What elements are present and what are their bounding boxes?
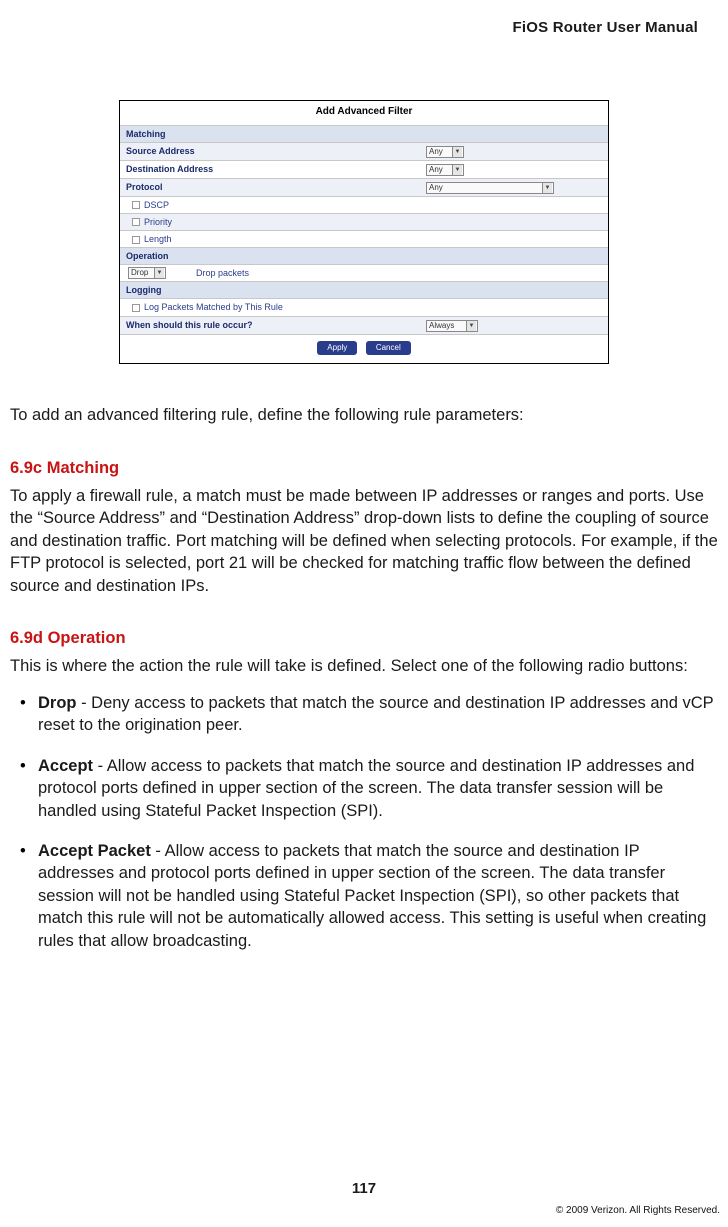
header-title: FiOS Router User Manual	[513, 18, 698, 38]
figure-footer: Apply Cancel	[120, 334, 608, 364]
label-logging: Logging	[126, 284, 426, 296]
label-drop-packets: Drop packets	[196, 267, 249, 279]
row-logging-value: Log Packets Matched by This Rule	[120, 298, 608, 315]
list-item: Drop - Deny access to packets that match…	[18, 692, 720, 737]
label-source-address: Source Address	[126, 145, 426, 157]
dropdown-label: Any	[429, 183, 443, 192]
row-dscp: DSCP	[120, 196, 608, 213]
intro-text: To add an advanced filtering rule, defin…	[10, 404, 718, 426]
figure-title: Add Advanced Filter	[120, 101, 608, 125]
dropdown-when-occur[interactable]: Always ▼	[426, 320, 478, 332]
label-destination-address: Destination Address	[126, 163, 426, 175]
label-length: Length	[144, 234, 172, 244]
dropdown-label: Any	[429, 147, 443, 156]
checkbox-priority[interactable]	[132, 218, 140, 226]
operation-list: Drop - Deny access to packets that match…	[18, 692, 720, 952]
figure-wrap: Add Advanced Filter Matching Source Addr…	[8, 100, 720, 364]
dropdown-operation[interactable]: Drop ▼	[128, 267, 166, 279]
apply-button[interactable]: Apply	[317, 341, 357, 356]
label-operation: Operation	[126, 250, 426, 262]
body-operation: This is where the action the rule will t…	[10, 655, 718, 677]
cancel-button[interactable]: Cancel	[366, 341, 411, 356]
term-drop: Drop	[38, 694, 77, 712]
heading-matching: 6.9c Matching	[10, 457, 718, 479]
list-item: Accept Packet - Allow access to packets …	[18, 840, 720, 952]
row-logging-header: Logging	[120, 281, 608, 298]
label-dscp: DSCP	[144, 200, 169, 210]
row-matching-header: Matching	[120, 125, 608, 142]
row-destination-address: Destination Address Any ▼	[120, 160, 608, 178]
label-protocol: Protocol	[126, 181, 426, 193]
dropdown-protocol[interactable]: Any ▼	[426, 182, 554, 194]
dropdown-label: Any	[429, 165, 443, 174]
row-protocol: Protocol Any ▼	[120, 178, 608, 196]
term-accept: Accept	[38, 757, 93, 775]
chevron-down-icon: ▼	[542, 183, 552, 193]
dropdown-destination-address[interactable]: Any ▼	[426, 164, 464, 176]
heading-operation: 6.9d Operation	[10, 627, 718, 649]
label-priority: Priority	[144, 217, 172, 227]
checkbox-length[interactable]	[132, 236, 140, 244]
checkbox-log-packets[interactable]	[132, 304, 140, 312]
chevron-down-icon: ▼	[452, 165, 462, 175]
desc-drop: - Deny access to packets that match the …	[38, 694, 713, 734]
content-area: Add Advanced Filter Matching Source Addr…	[8, 70, 720, 970]
dropdown-label: Always	[429, 321, 454, 330]
page: FiOS Router User Manual Add Advanced Fil…	[0, 0, 728, 1227]
label-when-occur: When should this rule occur?	[126, 319, 426, 331]
term-accept-packet: Accept Packet	[38, 842, 151, 860]
page-number: 117	[0, 1179, 728, 1199]
chevron-down-icon: ▼	[154, 268, 164, 278]
row-operation-header: Operation	[120, 247, 608, 264]
copyright: © 2009 Verizon. All Rights Reserved.	[556, 1204, 720, 1218]
dropdown-source-address[interactable]: Any ▼	[426, 146, 464, 158]
chevron-down-icon: ▼	[452, 147, 462, 157]
body-matching: To apply a firewall rule, a match must b…	[10, 485, 718, 597]
row-length: Length	[120, 230, 608, 247]
label-log-packets: Log Packets Matched by This Rule	[144, 302, 283, 312]
advanced-filter-figure: Add Advanced Filter Matching Source Addr…	[119, 100, 609, 364]
chevron-down-icon: ▼	[466, 321, 476, 331]
row-when-occur: When should this rule occur? Always ▼	[120, 316, 608, 334]
checkbox-dscp[interactable]	[132, 201, 140, 209]
label-matching: Matching	[126, 128, 426, 140]
desc-accept: - Allow access to packets that match the…	[38, 757, 694, 820]
row-source-address: Source Address Any ▼	[120, 142, 608, 160]
row-operation-value: Drop ▼ Drop packets	[120, 264, 608, 281]
list-item: Accept - Allow access to packets that ma…	[18, 755, 720, 822]
row-priority: Priority	[120, 213, 608, 230]
dropdown-label: Drop	[131, 268, 148, 277]
